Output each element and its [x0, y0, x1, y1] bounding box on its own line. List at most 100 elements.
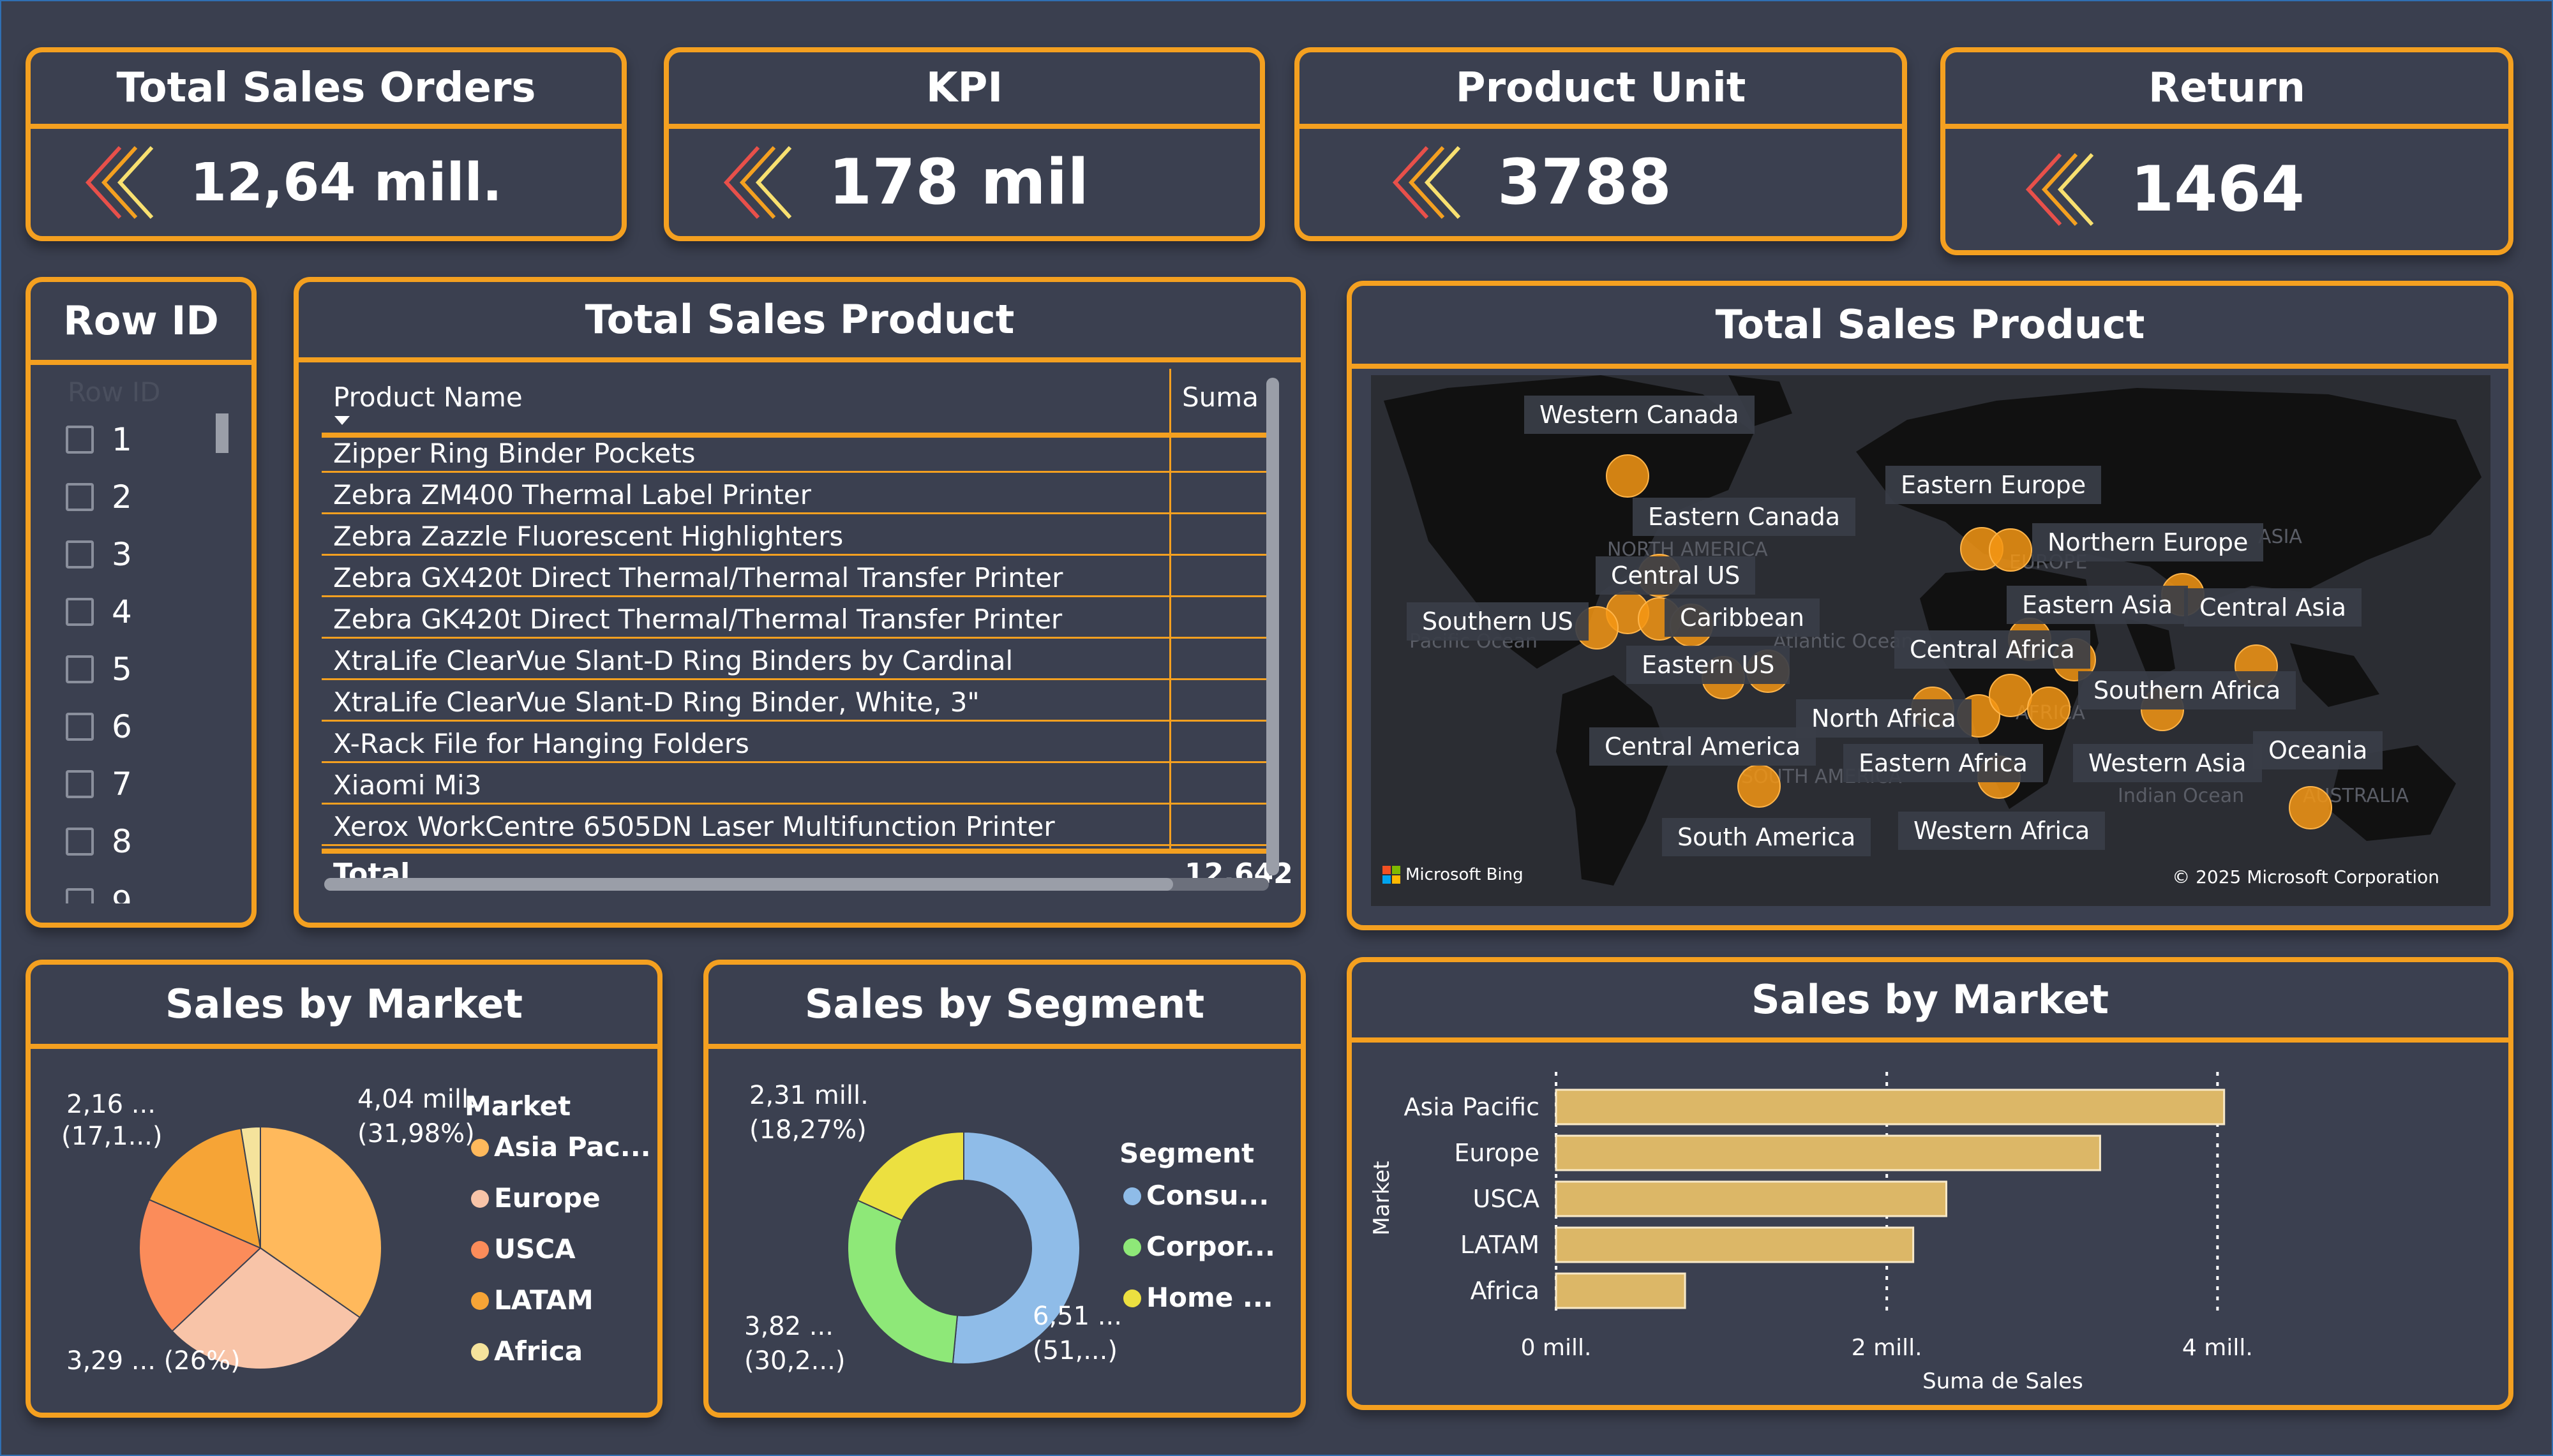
table-row[interactable]: XtraLife ClearVue Slant-D Ring Binder, W…: [322, 681, 1271, 722]
chevrons-left-icon: [85, 145, 154, 219]
donut-slice[interactable]: [847, 1200, 959, 1365]
kpi-value: 12,64 mill.: [190, 152, 502, 213]
map-label: Caribbean: [1665, 598, 1820, 637]
checkbox[interactable]: [66, 770, 94, 798]
map-label: Oceania: [2253, 731, 2383, 769]
checkbox[interactable]: [66, 713, 94, 741]
bar[interactable]: [1555, 1226, 1915, 1263]
slicer-item[interactable]: 3: [66, 532, 132, 577]
map-bubble[interactable]: [1606, 454, 1649, 498]
map-bubble[interactable]: [1989, 674, 2032, 717]
legend-item[interactable]: Corpor...: [1146, 1231, 1275, 1262]
slicer-item[interactable]: 4: [66, 590, 132, 634]
checkbox[interactable]: [66, 540, 94, 568]
legend-marker: [471, 1139, 489, 1157]
category-label: Africa: [1471, 1277, 1539, 1305]
table-row[interactable]: Zebra Zazzle Fluorescent Highlighters: [322, 516, 1271, 556]
scrollbar-thumb[interactable]: [324, 878, 1173, 891]
bar[interactable]: [1555, 1134, 2101, 1171]
donut-label: (30,2...): [744, 1346, 845, 1376]
segment-donut-chart[interactable]: 2,31 mill. (18,27%) 3,82 ... (30,2...) 6…: [708, 1054, 1302, 1411]
bar[interactable]: [1555, 1180, 1947, 1217]
table-row[interactable]: X-Rack File for Hanging Folders: [322, 723, 1271, 763]
y-axis-label: Market: [1369, 1161, 1395, 1236]
checkbox[interactable]: [66, 426, 94, 454]
checkbox[interactable]: [66, 655, 94, 683]
col-header-product-name[interactable]: Product Name: [333, 382, 523, 413]
slicer-item[interactable]: 8: [66, 819, 132, 864]
bar[interactable]: [1555, 1272, 1686, 1309]
legend-item[interactable]: Asia Pac...: [494, 1131, 651, 1163]
donut-label: 3,82 ...: [744, 1312, 834, 1341]
map-label: South America: [1662, 818, 1871, 856]
checkbox[interactable]: [66, 828, 94, 856]
legend-item[interactable]: Consu...: [1146, 1180, 1269, 1211]
sales-map-card: Total Sales Product NORTH AMERICA Atlant…: [1347, 281, 2513, 930]
map-bubble[interactable]: [2027, 687, 2070, 730]
pie-label: 3,29 ... (26%): [66, 1346, 241, 1376]
slicer-item[interactable]: 7: [66, 762, 132, 806]
legend-item[interactable]: Africa: [494, 1335, 583, 1367]
table-header: Product Name Suma d: [322, 369, 1271, 438]
sales-product-table-card: Total Sales Product Product Name Suma d …: [294, 277, 1306, 928]
map-label: Eastern US: [1626, 646, 1790, 684]
map-label: Western Asia: [2073, 744, 2262, 782]
slicer-item[interactable]: 9: [66, 877, 132, 903]
table-vertical-scrollbar[interactable]: [1266, 378, 1279, 875]
donut-slice[interactable]: [857, 1131, 964, 1221]
map-bubble[interactable]: [1989, 528, 2032, 572]
table-row[interactable]: Xerox WorkCentre 6505DN Laser Multifunct…: [322, 806, 1271, 846]
map-label: North Africa: [1796, 699, 1972, 738]
market-bar-chart[interactable]: Asia Pacific Europe USCA LATAM Africa 0 mill…: [1352, 1045, 2508, 1409]
bar[interactable]: [1555, 1088, 2226, 1125]
checkbox[interactable]: [66, 888, 94, 903]
legend-item[interactable]: USCA: [494, 1233, 576, 1265]
kpi-card-product-unit: Product Unit 3788: [1294, 47, 1907, 241]
tick-label: 0 mill.: [1521, 1335, 1592, 1361]
map-bubble[interactable]: [2289, 786, 2332, 829]
slicer-item[interactable]: 2: [66, 475, 132, 519]
map-label: Eastern Europe: [1885, 466, 2102, 504]
table-row[interactable]: Xiaomi Mi3: [322, 764, 1271, 805]
map-label: Eastern Canada: [1633, 498, 1856, 536]
bing-credit: Microsoft Bing: [1382, 865, 1524, 884]
slicer-item[interactable]: 6: [66, 704, 132, 749]
donut-label: (18,27%): [749, 1115, 867, 1145]
donut-label: 2,31 mill.: [749, 1081, 869, 1110]
map-bubble[interactable]: [1737, 764, 1781, 808]
legend-item[interactable]: LATAM: [494, 1284, 594, 1316]
checkbox[interactable]: [66, 483, 94, 511]
table-row[interactable]: Zipper Ring Binder Pockets: [322, 433, 1271, 473]
donut-label: (51,...): [1033, 1336, 1118, 1365]
bar-title: Sales by Market: [1352, 962, 2508, 1043]
market-pie-chart[interactable]: 4,04 mill. (31,98%) 2,16 ... (17,1...) 3…: [31, 1054, 657, 1411]
map-label: Central Asia: [2184, 588, 2362, 627]
legend-item[interactable]: Home ...: [1146, 1282, 1273, 1313]
legend-title: Segment: [1119, 1138, 1254, 1169]
slicer-header-ghost: Row ID: [68, 376, 161, 408]
kpi-title: Total Sales Orders: [31, 52, 622, 129]
donut-title: Sales by Segment: [708, 965, 1301, 1049]
slicer-scrollbar[interactable]: [216, 413, 228, 453]
table-row[interactable]: XtraLife ClearVue Slant-D Ring Binders b…: [322, 640, 1271, 680]
table-row[interactable]: Zebra ZM400 Thermal Label Printer: [322, 474, 1271, 514]
kpi-title: KPI: [669, 52, 1260, 129]
table-row[interactable]: Zebra GK420t Direct Thermal/Thermal Tran…: [322, 598, 1271, 639]
product-table: Product Name Suma d Zipper Ring Binder P…: [322, 369, 1293, 901]
col-header-sum[interactable]: Suma d: [1182, 382, 1265, 413]
pie-label: (17,1...): [61, 1122, 162, 1151]
map-label: Northern Europe: [2032, 523, 2264, 561]
map-label: Eastern Africa: [1843, 744, 2043, 782]
slicer-item[interactable]: 1: [66, 417, 132, 462]
category-label: Asia Pacific: [1404, 1093, 1540, 1121]
legend-item[interactable]: Europe: [494, 1182, 601, 1214]
checkbox[interactable]: [66, 598, 94, 626]
slicer-item[interactable]: 5: [66, 647, 132, 692]
table-horizontal-scrollbar[interactable]: [324, 878, 1269, 891]
kpi-title: Product Unit: [1299, 52, 1902, 129]
row-id-slicer: Row ID Row ID 1 2 3 4 5 6 7 8 9: [26, 277, 257, 928]
sort-desc-icon[interactable]: [334, 416, 350, 425]
table-row[interactable]: Zebra GX420t Direct Thermal/Thermal Tran…: [322, 557, 1271, 597]
pie-label: (31,98%): [357, 1119, 475, 1148]
world-map[interactable]: NORTH AMERICA Atlantic Ocean EUROPE ASIA…: [1371, 375, 2490, 906]
